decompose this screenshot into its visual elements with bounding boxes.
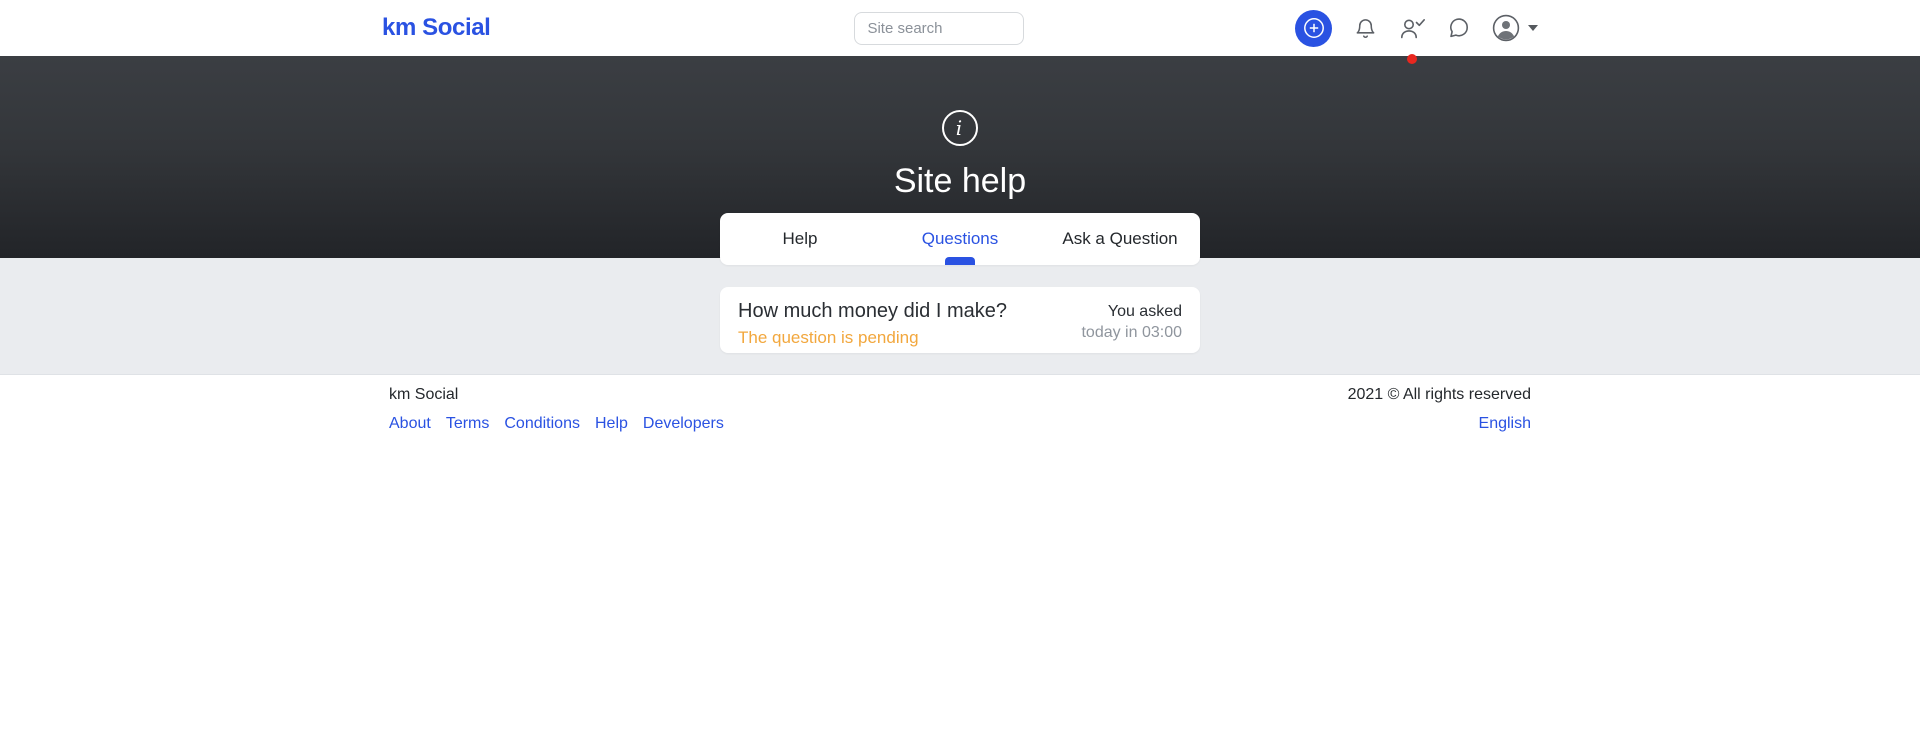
footer-brand: km Social: [389, 386, 459, 403]
active-tab-indicator: [945, 257, 975, 265]
chevron-down-icon: [1528, 25, 1538, 31]
tab-ask-a-question[interactable]: Ask a Question: [1040, 213, 1200, 265]
avatar-icon: [1492, 14, 1520, 42]
plus-circle-icon: [1303, 18, 1324, 38]
navbar-actions: [1295, 0, 1538, 64]
user-check-icon: [1400, 18, 1425, 38]
page-title: Site help: [893, 162, 1027, 200]
question-meta: You asked today in 03:00: [1081, 300, 1182, 353]
question-text-block: How much money did I make? The question …: [738, 300, 1007, 353]
footer-copyright: 2021 © All rights reserved: [1347, 386, 1531, 403]
question-status: The question is pending: [738, 328, 919, 347]
tab-help[interactable]: Help: [720, 213, 880, 265]
question-asker: You asked: [1107, 303, 1182, 320]
footer-link-help[interactable]: Help: [595, 415, 628, 433]
site-logo[interactable]: km Social: [382, 14, 491, 42]
help-tabs: Help Questions Ask a Question: [720, 213, 1200, 265]
question-title: How much money did I make?: [738, 300, 1008, 322]
content-section: Help Questions Ask a Question How much m…: [0, 213, 1920, 375]
page-footer: km Social 2021 © All rights reserved Abo…: [0, 375, 1920, 433]
friend-requests-button[interactable]: [1398, 14, 1426, 64]
question-timestamp: today in 03:00: [1081, 323, 1182, 341]
footer-link-terms[interactable]: Terms: [446, 415, 490, 433]
tab-questions[interactable]: Questions: [880, 213, 1040, 265]
search-input[interactable]: [854, 11, 1025, 45]
profile-menu-button[interactable]: [1492, 14, 1538, 42]
notifications-button[interactable]: [1351, 14, 1379, 42]
top-navbar: km Social: [0, 0, 1920, 64]
question-list-item[interactable]: How much money did I make? The question …: [720, 287, 1200, 353]
bell-icon: [1356, 18, 1374, 38]
language-selector[interactable]: English: [1479, 415, 1531, 433]
footer-link-conditions[interactable]: Conditions: [504, 415, 580, 433]
info-icon: i: [942, 110, 978, 146]
footer-link-about[interactable]: About: [389, 415, 431, 433]
footer-link-developers[interactable]: Developers: [643, 415, 724, 433]
notification-dot: [1407, 54, 1417, 64]
footer-links: About Terms Conditions Help Developers: [389, 415, 724, 433]
create-button[interactable]: [1295, 9, 1332, 47]
chat-bubble-icon: [1450, 18, 1469, 38]
messages-button[interactable]: [1445, 14, 1473, 42]
